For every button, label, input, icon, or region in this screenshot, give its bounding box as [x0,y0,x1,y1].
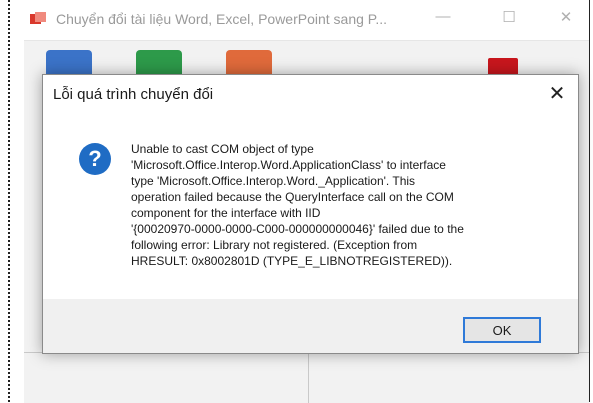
page-frame-right [589,0,590,402]
dialog-footer: OK [43,299,578,353]
message-line: HRESULT: 0x8002801D (TYPE_E_LIBNOTREGIST… [131,254,453,268]
question-icon: ? [79,143,111,175]
message-line: '{00020970-0000-0000-C000-000000000046}'… [131,222,464,236]
bottom-panel-left[interactable] [24,352,309,403]
dialog-body: ? Unable to cast COM object of type 'Mic… [43,113,578,299]
ok-button[interactable]: OK [463,317,541,343]
bottom-panel-right[interactable] [309,352,589,403]
error-message: Unable to cast COM object of type 'Micro… [131,141,551,269]
dialog-close-icon[interactable]: ✕ [540,79,574,109]
message-line: 'Microsoft.Office.Interop.Word.Applicati… [131,158,446,172]
message-line: following error: Library not registered.… [131,238,418,252]
background-titlebar: Chuyển đổi tài liệu Word, Excel, PowerPo… [24,0,589,41]
background-window-title: Chuyển đổi tài liệu Word, Excel, PowerPo… [56,11,387,27]
minimize-icon[interactable]: — [428,8,458,25]
message-line: Unable to cast COM object of type [131,142,314,156]
page-frame-left [8,0,10,402]
message-line: component for the interface with IID [131,206,321,220]
message-line: operation failed because the QueryInterf… [131,190,454,204]
close-icon[interactable]: ✕ [551,8,581,26]
maximize-icon[interactable]: ☐ [494,8,524,26]
error-dialog: Lỗi quá trình chuyển đổi ✕ ? Unable to c… [42,74,579,354]
message-line: type 'Microsoft.Office.Interop.Word._App… [131,174,416,188]
dialog-titlebar: Lỗi quá trình chuyển đổi ✕ [43,75,578,113]
app-logo-icon [30,12,46,24]
dialog-title: Lỗi quá trình chuyển đổi [53,86,214,103]
